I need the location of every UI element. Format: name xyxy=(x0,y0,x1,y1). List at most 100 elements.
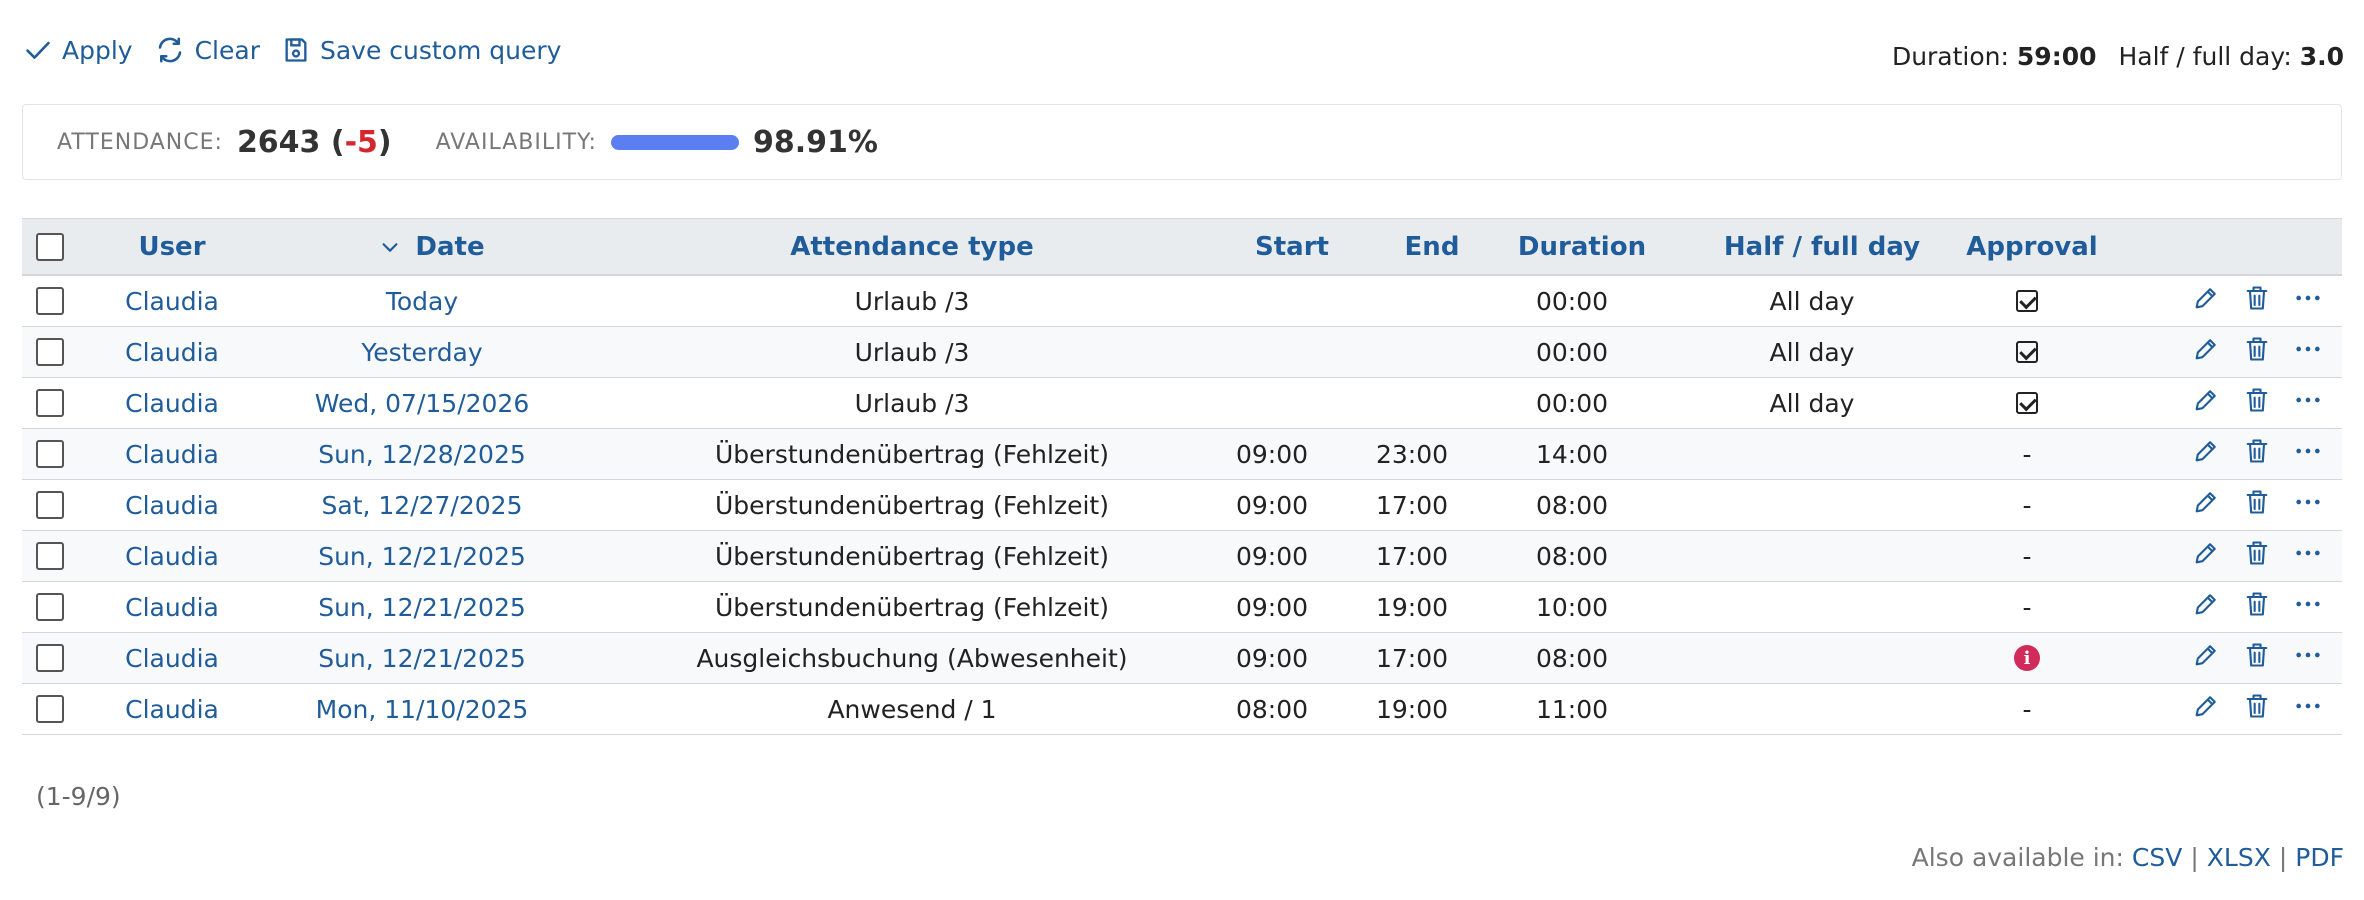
delete-button[interactable] xyxy=(2243,488,2271,522)
delete-button[interactable] xyxy=(2243,692,2271,726)
edit-button[interactable] xyxy=(2192,692,2220,726)
row-checkbox[interactable] xyxy=(36,695,64,723)
half-full-day-value xyxy=(1662,531,1962,581)
row-checkbox[interactable] xyxy=(36,287,64,315)
row-checkbox[interactable] xyxy=(36,440,64,468)
delete-button[interactable] xyxy=(2243,335,2271,369)
more-actions-button[interactable] xyxy=(2294,386,2322,420)
pencil-icon xyxy=(2195,696,2216,717)
edit-button[interactable] xyxy=(2192,284,2220,318)
row-checkbox[interactable] xyxy=(36,542,64,570)
edit-button[interactable] xyxy=(2192,437,2220,471)
column-header-user[interactable]: User xyxy=(82,219,262,274)
edit-button[interactable] xyxy=(2192,590,2220,624)
user-link[interactable]: Claudia xyxy=(82,327,262,377)
more-actions-button[interactable] xyxy=(2294,488,2322,522)
edit-button[interactable] xyxy=(2192,386,2220,420)
save-custom-query-button[interactable]: Save custom query xyxy=(282,36,561,65)
date-link[interactable]: Sun, 12/21/2025 xyxy=(262,531,582,581)
user-link[interactable]: Claudia xyxy=(82,378,262,428)
duration-value: 14:00 xyxy=(1535,439,1609,469)
user-link[interactable]: Claudia xyxy=(82,582,262,632)
attendance-type: Urlaub /3 xyxy=(854,337,970,367)
info-icon[interactable]: i xyxy=(2014,645,2040,671)
user-link[interactable]: Claudia xyxy=(82,531,262,581)
column-header-approval[interactable]: Approval xyxy=(1922,219,2142,274)
delete-button[interactable] xyxy=(2243,386,2271,420)
edit-button[interactable] xyxy=(2192,539,2220,573)
export-pdf-link[interactable]: PDF xyxy=(2295,843,2344,872)
user-link[interactable]: Claudia xyxy=(82,480,262,530)
duration-value: 08:00 xyxy=(1535,490,1609,520)
export-xlsx-link[interactable]: XLSX xyxy=(2207,843,2271,872)
duration-value: 00:00 xyxy=(1535,286,1609,316)
half-full-day-value: All day xyxy=(1769,388,1855,418)
trash-icon xyxy=(2246,643,2268,667)
attendance-type: Überstundenübertrag (Fehlzeit) xyxy=(715,592,1109,622)
ellipsis-icon xyxy=(2296,448,2320,454)
row-actions xyxy=(2182,327,2332,377)
apply-button[interactable]: Apply xyxy=(24,36,133,65)
user-link[interactable]: Claudia xyxy=(82,429,262,479)
more-actions-button[interactable] xyxy=(2294,590,2322,624)
date-link[interactable]: Sun, 12/21/2025 xyxy=(262,633,582,683)
trash-icon xyxy=(2246,541,2268,565)
more-actions-button[interactable] xyxy=(2294,284,2322,318)
duration-total: Duration: 59:00 xyxy=(1891,42,2097,71)
select-all-checkbox[interactable] xyxy=(36,232,64,261)
approval-value: - xyxy=(2022,490,2032,520)
ellipsis-icon xyxy=(2296,397,2320,403)
delete-button[interactable] xyxy=(2243,437,2271,471)
date-link[interactable]: Sun, 12/21/2025 xyxy=(262,582,582,632)
more-actions-button[interactable] xyxy=(2294,539,2322,573)
duration-value: 08:00 xyxy=(1535,643,1609,673)
user-link[interactable]: Claudia xyxy=(82,276,262,326)
trash-icon xyxy=(2246,337,2268,361)
duration-value: 00:00 xyxy=(1535,337,1609,367)
ellipsis-icon xyxy=(2296,601,2320,607)
pencil-icon xyxy=(2195,543,2216,564)
half-full-day-value xyxy=(1662,582,1962,632)
column-header-type[interactable]: Attendance type xyxy=(582,219,1242,274)
date-link[interactable]: Today xyxy=(262,276,582,326)
more-actions-button[interactable] xyxy=(2294,641,2322,675)
trash-icon xyxy=(2246,694,2268,718)
date-link[interactable]: Sat, 12/27/2025 xyxy=(262,480,582,530)
table-row: Claudia Sun, 12/21/2025 Überstundenübertra… xyxy=(22,531,2342,582)
row-checkbox[interactable] xyxy=(36,491,64,519)
approved-check-icon xyxy=(2016,392,2038,414)
row-checkbox[interactable] xyxy=(36,593,64,621)
edit-button[interactable] xyxy=(2192,641,2220,675)
delete-button[interactable] xyxy=(2243,284,2271,318)
edit-button[interactable] xyxy=(2192,488,2220,522)
ellipsis-icon xyxy=(2296,499,2320,505)
export-csv-link[interactable]: CSV xyxy=(2132,843,2182,872)
table-header: User Date Attendance type Start End Dura… xyxy=(22,218,2342,276)
row-checkbox[interactable] xyxy=(36,389,64,417)
row-checkbox[interactable] xyxy=(36,338,64,366)
table-row: Claudia Yesterday Urlaub /3 00:00 All day xyxy=(22,327,2342,378)
date-link[interactable]: Mon, 11/10/2025 xyxy=(262,684,582,734)
clear-button[interactable]: Clear xyxy=(155,35,260,65)
date-link[interactable]: Sun, 12/28/2025 xyxy=(262,429,582,479)
delete-button[interactable] xyxy=(2243,590,2271,624)
edit-button[interactable] xyxy=(2192,335,2220,369)
more-actions-button[interactable] xyxy=(2294,437,2322,471)
ellipsis-icon xyxy=(2296,652,2320,658)
user-link[interactable]: Claudia xyxy=(82,633,262,683)
more-actions-button[interactable] xyxy=(2294,335,2322,369)
column-header-date[interactable]: Date xyxy=(272,219,592,274)
more-actions-button[interactable] xyxy=(2294,692,2322,726)
trash-icon xyxy=(2246,439,2268,463)
row-actions xyxy=(2182,531,2332,581)
table-row: Claudia Sat, 12/27/2025 Überstundenübertra… xyxy=(22,480,2342,531)
date-link[interactable]: Wed, 07/15/2026 xyxy=(262,378,582,428)
attendance-type: Urlaub /3 xyxy=(854,388,970,418)
user-link[interactable]: Claudia xyxy=(82,684,262,734)
row-checkbox[interactable] xyxy=(36,644,64,672)
duration-value: 11:00 xyxy=(1535,694,1609,724)
table-row: Claudia Sun, 12/21/2025 Überstundenübertra… xyxy=(22,582,2342,633)
delete-button[interactable] xyxy=(2243,539,2271,573)
date-link[interactable]: Yesterday xyxy=(262,327,582,377)
delete-button[interactable] xyxy=(2243,641,2271,675)
